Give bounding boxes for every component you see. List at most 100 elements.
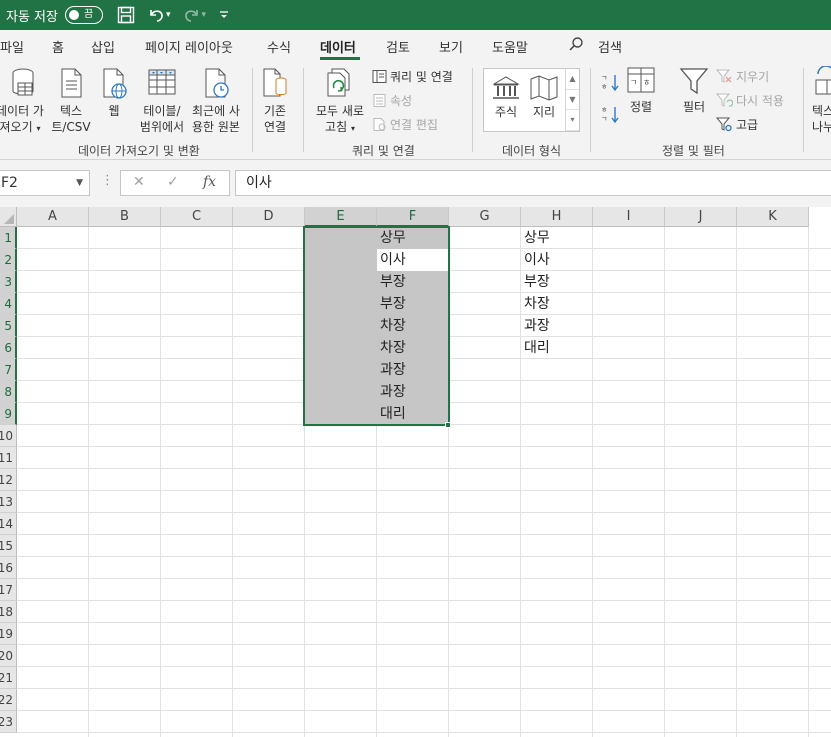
more-options-icon[interactable]: ⋮	[101, 173, 114, 188]
column-header-g[interactable]: G	[449, 207, 521, 227]
select-all-button[interactable]	[0, 207, 17, 227]
data-types-scroll[interactable]: ▲ ▼ ▾	[565, 69, 579, 131]
row-header-11[interactable]: 11	[0, 447, 17, 469]
row-header-22[interactable]: 22	[0, 689, 17, 711]
row-header-6[interactable]: 6	[0, 337, 17, 359]
tab-formulas[interactable]: 수식	[267, 37, 291, 56]
row-header-12[interactable]: 12	[0, 469, 17, 491]
column-header-a[interactable]: A	[17, 207, 89, 227]
column-header-f[interactable]: F	[377, 207, 449, 227]
row-header-1[interactable]: 1	[0, 227, 17, 249]
advanced-filter-button[interactable]: 고급	[716, 116, 758, 133]
row-gridline	[17, 534, 831, 535]
row-header-16[interactable]: 16	[0, 557, 17, 579]
fill-handle[interactable]	[445, 422, 451, 428]
row-header-17[interactable]: 17	[0, 579, 17, 601]
tab-help[interactable]: 도움말	[492, 37, 528, 56]
row-header-4[interactable]: 4	[0, 293, 17, 315]
save-icon[interactable]	[117, 6, 135, 24]
tab-review[interactable]: 검토	[386, 37, 410, 56]
formula-input[interactable]: 이사	[235, 170, 831, 196]
filter-button[interactable]: 필터	[674, 66, 714, 115]
search-label[interactable]: 검색	[598, 37, 622, 56]
cell-h4[interactable]: 차장	[521, 293, 550, 315]
row-number: 3	[4, 275, 12, 289]
undo-dropdown-icon[interactable]: ▾	[166, 10, 171, 20]
group-label-data-types: 데이터 형식	[502, 144, 562, 158]
row-header-7[interactable]: 7	[0, 359, 17, 381]
autosave-toggle[interactable]: 끔	[64, 6, 103, 24]
get-data-button[interactable]: 데이터 가 져오기 ▾	[0, 66, 48, 137]
row-gridline	[17, 710, 831, 711]
svg-text:ㅎ: ㅎ	[601, 83, 607, 91]
row-gridline	[17, 556, 831, 557]
chevron-down-icon[interactable]: ▼	[76, 171, 83, 195]
from-table-range-button[interactable]: 테이블/ 범위에서	[138, 66, 186, 135]
row-header-15[interactable]: 15	[0, 535, 17, 557]
row-number: 10	[0, 429, 13, 443]
gallery-more-icon[interactable]: ▾	[566, 110, 579, 131]
recent-sources-button[interactable]: 최근에 사 용한 원본	[189, 66, 243, 135]
svg-text:ㄱ: ㄱ	[601, 74, 607, 82]
edit-links-icon	[373, 118, 386, 131]
tab-insert[interactable]: 삽입	[91, 37, 115, 56]
row-header-2[interactable]: 2	[0, 249, 17, 271]
queries-connections-button[interactable]: 쿼리 및 연결	[372, 68, 453, 85]
column-header-k[interactable]: K	[737, 207, 809, 227]
tab-page-layout[interactable]: 페이지 레이아웃	[145, 37, 233, 56]
from-text-csv-button[interactable]: 텍스 트/CSV	[50, 66, 92, 135]
row-number: 18	[0, 605, 13, 619]
cell-h3[interactable]: 부장	[521, 271, 550, 293]
column-header-j[interactable]: J	[665, 207, 737, 227]
existing-connections-button[interactable]: 기존 연결	[258, 66, 292, 135]
row-header-10[interactable]: 10	[0, 425, 17, 447]
sort-descending-button[interactable]: ㅎㄱ	[600, 104, 623, 124]
row-header-3[interactable]: 3	[0, 271, 17, 293]
scroll-down-icon[interactable]: ▼	[566, 90, 579, 111]
tab-file[interactable]: 파일	[0, 37, 24, 56]
row-header-9[interactable]: 9	[0, 403, 17, 425]
column-header-h[interactable]: H	[521, 207, 593, 227]
column-header-d[interactable]: D	[233, 207, 305, 227]
row-header-19[interactable]: 19	[0, 623, 17, 645]
tab-home[interactable]: 홈	[52, 37, 64, 56]
existing-connections-icon	[263, 68, 287, 97]
row-header-14[interactable]: 14	[0, 513, 17, 535]
sort-button[interactable]: ㄱㅎ 정렬	[624, 66, 658, 115]
refresh-all-button[interactable]: 모두 새로 고침 ▾	[312, 66, 368, 137]
sort-ascending-button[interactable]: ㄱㅎ	[600, 72, 623, 92]
refresh-icon	[327, 68, 350, 97]
stocks-button[interactable]: 주식	[488, 75, 524, 120]
row-header-21[interactable]: 21	[0, 667, 17, 689]
search-icon[interactable]	[568, 36, 584, 56]
row-header-5[interactable]: 5	[0, 315, 17, 337]
row-header-20[interactable]: 20	[0, 645, 17, 667]
tab-data[interactable]: 데이터	[320, 37, 356, 56]
worksheet-grid[interactable]: ABCDEFGHIJK 1234567891011121314151617181…	[0, 207, 831, 737]
geography-button[interactable]: 지리	[526, 75, 562, 120]
tab-view[interactable]: 보기	[439, 37, 463, 56]
web-label: 웹	[108, 104, 120, 118]
text-to-columns-button[interactable]: 텍스 나누	[812, 66, 831, 135]
cancel-icon[interactable]: ✕	[133, 174, 145, 190]
column-header-i[interactable]: I	[593, 207, 665, 227]
cell-h1[interactable]: 상무	[521, 227, 550, 249]
cell-h6[interactable]: 대리	[521, 337, 550, 359]
insert-function-icon[interactable]: fx	[203, 174, 216, 190]
enter-icon[interactable]: ✓	[167, 174, 179, 190]
undo-icon[interactable]: ▾	[147, 6, 171, 24]
column-header-c[interactable]: C	[161, 207, 233, 227]
scroll-up-icon[interactable]: ▲	[566, 69, 579, 90]
row-header-23[interactable]: 23	[0, 711, 17, 733]
customize-qat-icon[interactable]	[218, 9, 230, 21]
cell-h2[interactable]: 이사	[521, 249, 550, 271]
row-header-8[interactable]: 8	[0, 381, 17, 403]
row-header-13[interactable]: 13	[0, 491, 17, 513]
row-header-18[interactable]: 18	[0, 601, 17, 623]
cell-h5[interactable]: 과장	[521, 315, 550, 337]
ribbon-tabs: 파일 홈 삽입 페이지 레이아웃 수식 데이터 검토 보기 도움말 검색	[0, 30, 831, 62]
from-web-button[interactable]: 웹	[98, 66, 130, 119]
column-header-b[interactable]: B	[89, 207, 161, 227]
column-header-e[interactable]: E	[305, 207, 377, 227]
name-box[interactable]: F2 ▼	[0, 170, 90, 196]
